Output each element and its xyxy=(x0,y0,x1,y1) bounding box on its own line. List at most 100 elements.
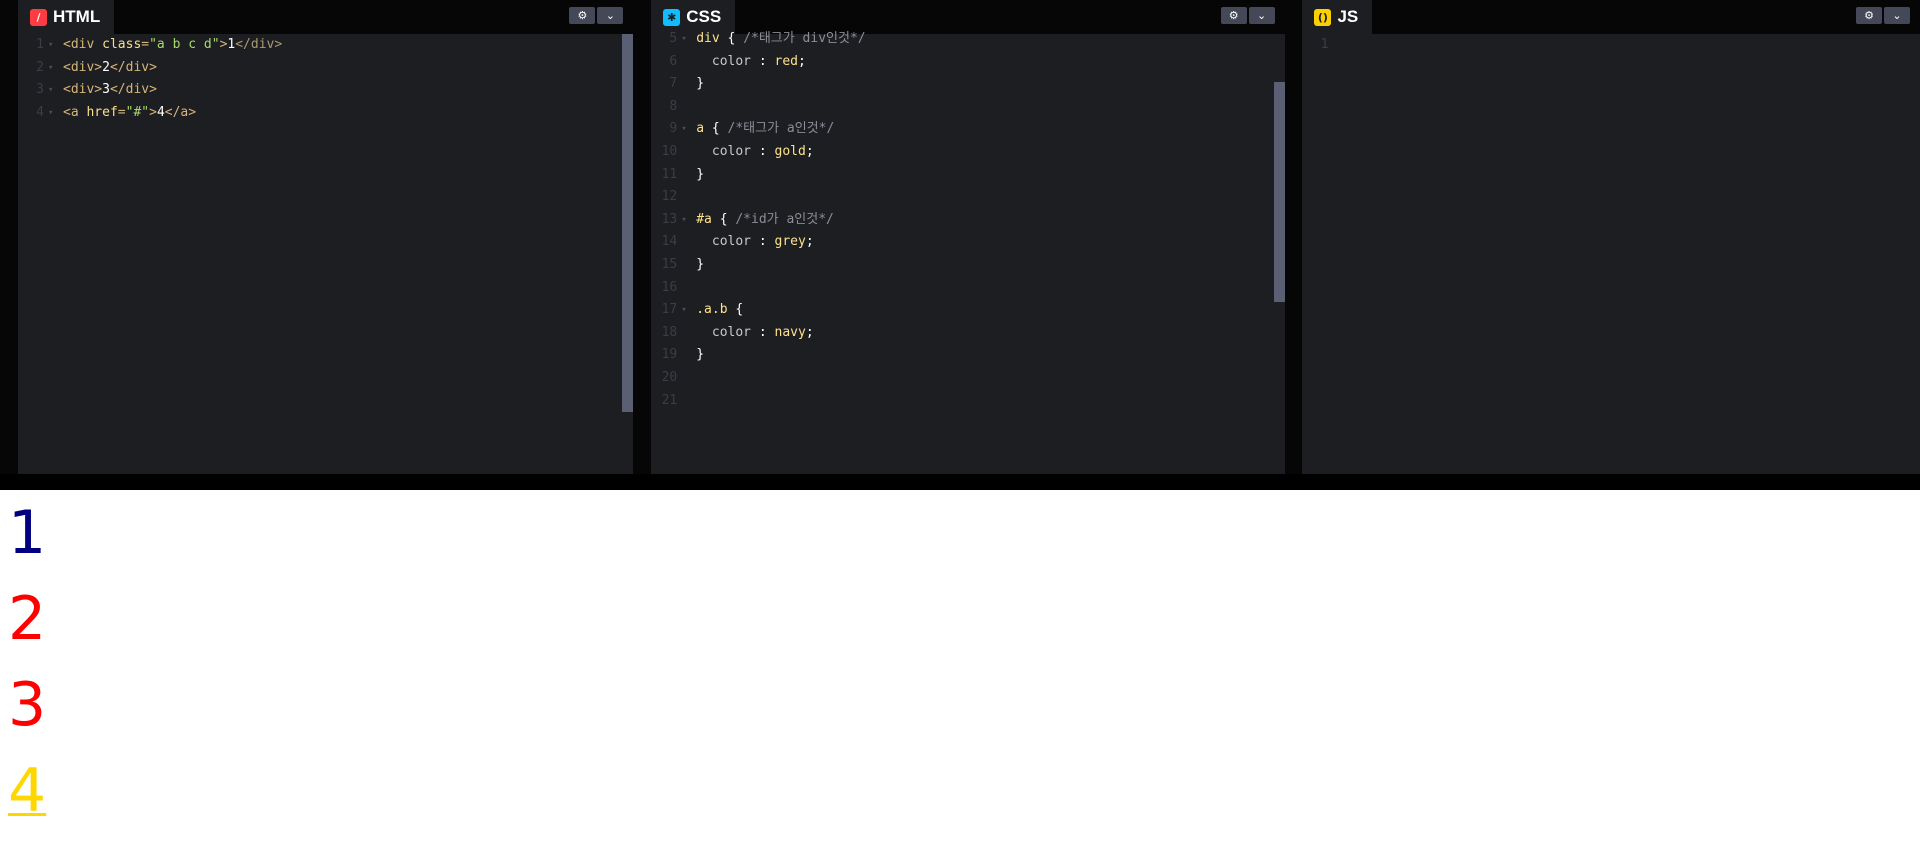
preview-item-3: 3 xyxy=(8,670,47,740)
code-text: a { /*태그가 a인것*/ xyxy=(696,121,835,137)
line-number: 13 xyxy=(661,211,678,227)
line-number: 2 xyxy=(36,59,44,75)
code-text: <div>3</div> xyxy=(63,82,157,98)
css-settings-button[interactable]: ⚙ xyxy=(1220,7,1247,24)
css-editor-scrollbar[interactable] xyxy=(1273,82,1285,302)
js-settings-button[interactable]: ⚙ xyxy=(1856,7,1882,24)
line-number: 9 xyxy=(669,121,678,137)
js-pane-header: () JS ⚙ ⌄ xyxy=(1302,0,1920,34)
js-braces-icon: () xyxy=(1314,8,1332,26)
fold-arrow-icon[interactable]: ▾ xyxy=(48,79,53,102)
html-editor-pane: / HTML ⚙ ⌄ 1 ▾ <div class="a b c d">1</div… xyxy=(0,0,634,474)
code-line[interactable]: 7} xyxy=(651,73,1284,96)
code-line[interactable]: 14 color : grey; xyxy=(651,231,1284,254)
fold-arrow-icon[interactable]: ▾ xyxy=(48,57,53,80)
code-line[interactable]: 17 ▾ .a.b { xyxy=(651,299,1284,322)
js-collapse-button[interactable]: ⌄ xyxy=(1884,7,1910,24)
html-code-editor[interactable]: 1 ▾ <div class="a b c d">1</div> 2 ▾ <div>2</… xyxy=(18,34,633,474)
line-number: 5 xyxy=(669,31,678,46)
html-pane-title-tab: / HTML xyxy=(18,0,115,34)
preview-item-1: 1 xyxy=(8,498,47,568)
chevron-down-icon: ⌄ xyxy=(1892,9,1902,22)
line-number: 8 xyxy=(669,98,678,114)
gear-icon: ⚙ xyxy=(577,9,588,22)
html-pane-header: / HTML ⚙ ⌄ xyxy=(18,0,634,34)
code-text: .a.b { xyxy=(696,302,744,318)
line-number: 4 xyxy=(36,104,44,120)
code-text: color : red; xyxy=(696,53,806,69)
js-code-editor[interactable]: 1 xyxy=(1302,34,1920,474)
code-line[interactable]: 1 xyxy=(1302,34,1920,57)
code-text: } xyxy=(696,347,705,363)
js-pane-title-tab: () JS xyxy=(1302,0,1373,34)
css-code-editor[interactable]: 5 ▾ div { /*태그가 div인것*/6 color : red; 7} 8 9 ▾… xyxy=(651,28,1284,474)
css-editor-pane: ✱ CSS ⚙ ⌄ 5 ▾ div { /*태그가 div인것*/6 color :… xyxy=(651,0,1285,474)
code-line[interactable]: 18 color : navy; xyxy=(651,322,1284,345)
code-line[interactable]: 2 ▾ <div>2</div> xyxy=(18,57,633,80)
preview-item-2: 2 xyxy=(8,584,47,654)
code-line[interactable]: 5 ▾ div { /*태그가 div인것*/ xyxy=(651,28,1284,51)
code-line[interactable]: 13 ▾ #a { /*id가 a인것*/ xyxy=(651,209,1284,232)
code-line[interactable]: 9 ▾ a { /*태그가 a인것*/ xyxy=(651,118,1284,141)
code-text: #a { /*id가 a인것*/ xyxy=(696,211,834,227)
code-text: <div class="a b c d">1</div> xyxy=(63,37,283,52)
editor-panels: / HTML ⚙ ⌄ 1 ▾ <div class="a b c d">1</div… xyxy=(0,0,1920,474)
fold-arrow-icon[interactable]: ▾ xyxy=(48,102,53,125)
js-pane-title: JS xyxy=(1337,7,1359,26)
html-slash-icon: / xyxy=(30,8,47,26)
preview-link-4[interactable]: 4 xyxy=(8,756,46,826)
fold-arrow-icon[interactable]: ▾ xyxy=(681,209,686,232)
code-text: color : navy; xyxy=(696,324,814,340)
css-pane-title: CSS xyxy=(686,7,722,26)
fold-arrow-icon[interactable]: ▾ xyxy=(48,34,53,57)
chevron-down-icon: ⌄ xyxy=(1257,9,1267,22)
code-line[interactable]: 15} xyxy=(651,254,1284,277)
line-number: 18 xyxy=(661,324,678,340)
html-settings-button[interactable]: ⚙ xyxy=(569,7,596,24)
code-line[interactable]: 3 ▾ <div>3</div> xyxy=(18,79,633,102)
line-number: 3 xyxy=(36,82,44,98)
html-pane-title: HTML xyxy=(53,7,101,26)
chevron-down-icon: ⌄ xyxy=(605,9,616,22)
code-text: color : gold; xyxy=(696,143,814,159)
code-text: <a href="#">4</a> xyxy=(63,104,197,120)
code-line[interactable]: 11} xyxy=(651,164,1284,187)
code-line[interactable]: 10 color : gold; xyxy=(651,141,1284,164)
code-line[interactable]: 1 ▾ <div class="a b c d">1</div> xyxy=(18,34,633,57)
pane-resizer[interactable] xyxy=(633,0,652,474)
code-text: } xyxy=(696,76,705,92)
code-line[interactable]: 16 xyxy=(651,277,1284,300)
pane-resizer[interactable] xyxy=(1284,0,1303,474)
code-text: } xyxy=(696,166,705,182)
css-asterisk-icon: ✱ xyxy=(663,8,681,26)
line-number: 11 xyxy=(661,166,678,182)
gear-icon: ⚙ xyxy=(1864,9,1874,22)
line-number: 6 xyxy=(669,53,678,69)
line-number: 1 xyxy=(1320,37,1329,52)
code-line[interactable]: 21 xyxy=(651,390,1284,413)
line-number: 7 xyxy=(669,76,678,92)
code-line[interactable]: 6 color : red; xyxy=(651,51,1284,74)
code-line[interactable]: 4 ▾ <a href="#">4</a> xyxy=(18,102,633,125)
fold-arrow-icon[interactable]: ▾ xyxy=(681,299,686,322)
line-number: 15 xyxy=(661,256,678,272)
code-text: } xyxy=(696,256,705,272)
line-number: 12 xyxy=(661,189,678,205)
html-collapse-button[interactable]: ⌄ xyxy=(597,7,624,24)
code-line[interactable]: 20 xyxy=(651,367,1284,390)
code-line[interactable]: 8 xyxy=(651,96,1284,119)
fold-arrow-icon[interactable]: ▾ xyxy=(681,118,686,141)
code-text: color : grey; xyxy=(696,234,814,250)
css-collapse-button[interactable]: ⌄ xyxy=(1248,7,1275,24)
fold-arrow-icon[interactable]: ▾ xyxy=(681,28,686,51)
line-number: 21 xyxy=(661,392,678,408)
js-editor-pane: () JS ⚙ ⌄ 1 xyxy=(1302,0,1920,474)
result-preview: 1 2 3 4 xyxy=(0,490,1920,855)
gear-icon: ⚙ xyxy=(1228,9,1239,22)
preview-resize-bar[interactable] xyxy=(0,474,1920,490)
html-editor-scrollbar[interactable] xyxy=(622,34,634,412)
line-number: 19 xyxy=(661,347,678,363)
code-line[interactable]: 12 xyxy=(651,186,1284,209)
line-number: 17 xyxy=(661,302,678,318)
code-line[interactable]: 19} xyxy=(651,344,1284,367)
